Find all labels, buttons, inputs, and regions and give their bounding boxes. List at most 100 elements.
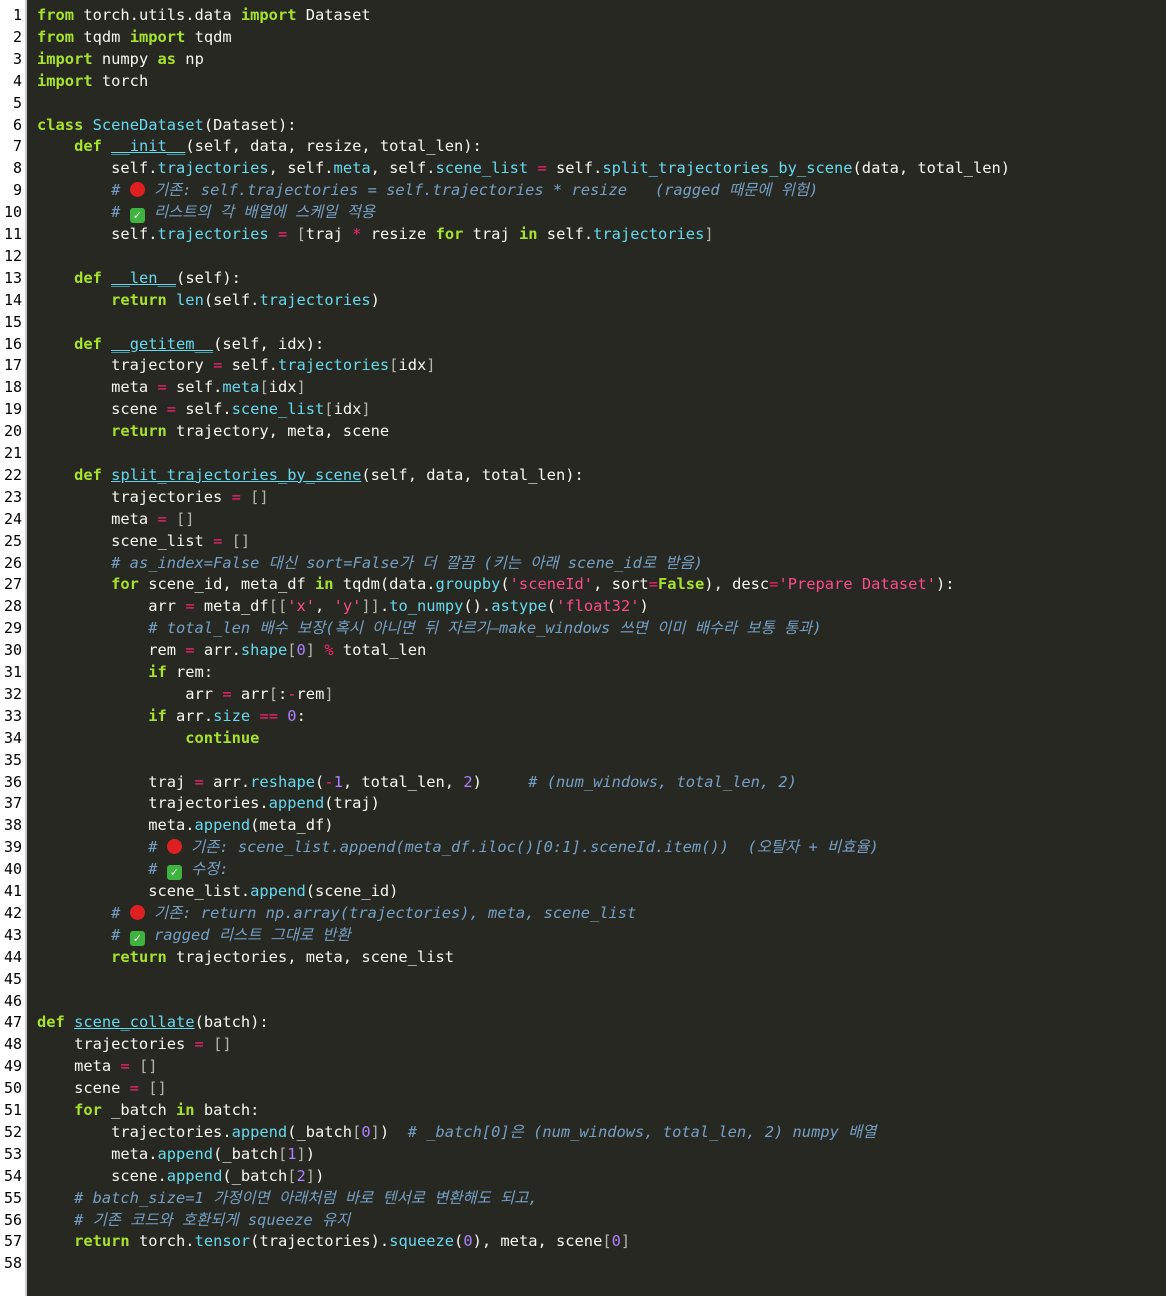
- code-token: 수정:: [181, 860, 229, 879]
- code-token: scene_collate: [74, 1013, 195, 1032]
- code-token: , sort: [593, 575, 649, 594]
- code-token: 0: [296, 641, 306, 660]
- line-number: 21: [3, 444, 22, 462]
- code-editor[interactable]: 1 2 3 4 5 6 7 8 9 10 11 12 13 14 15 16 17 18 19 20 21 22 23 24 2…: [0, 0, 1166, 1296]
- line-number: 55: [3, 1188, 22, 1207]
- code-token: for: [111, 575, 139, 594]
- code-token: #: [111, 203, 130, 222]
- code-token: [: [324, 400, 334, 419]
- code-token: =: [213, 531, 223, 550]
- code-line: rem = arr.shape[0] % total_len: [37, 639, 426, 661]
- code-line: # 기존 코드와 호환되게 squeeze 유지: [37, 1209, 350, 1231]
- code-token: 기존: scene_list.append(meta_df.iloc()[0:1…: [181, 838, 879, 857]
- line-number: 8: [12, 159, 22, 178]
- code-token: shape: [240, 641, 288, 660]
- code-token: :: [296, 706, 306, 725]
- code-token: size: [213, 706, 251, 725]
- code-token: ().: [463, 597, 492, 616]
- line-number: 29: [3, 619, 22, 638]
- code-token: return: [111, 290, 167, 309]
- code-token: trajectories: [37, 487, 232, 506]
- code-token: ): [379, 1122, 408, 1141]
- code-token: ): [305, 1144, 316, 1163]
- line-number: 1: [12, 6, 22, 24]
- code-token: (self.: [203, 290, 260, 309]
- code-token: self.: [537, 225, 594, 243]
- code-token: in: [315, 575, 334, 594]
- line-number: 27: [3, 575, 22, 594]
- code-token: , self.: [268, 159, 334, 178]
- line-number: 16: [3, 334, 22, 353]
- code-token: meta: [37, 1057, 121, 1076]
- code-token: arr: [231, 684, 269, 703]
- code-line: for _batch in batch:: [37, 1099, 259, 1121]
- code-token: ,: [315, 597, 334, 616]
- code-line: if arr.size == 0:: [37, 705, 306, 727]
- code-token: split_trajectories_by_scene: [602, 159, 853, 178]
- code-token: meta: [333, 159, 371, 178]
- line-number: 26: [3, 553, 22, 572]
- code-token: 2: [463, 772, 473, 791]
- code-token: ): [315, 1166, 325, 1185]
- code-token: [: [277, 1144, 288, 1163]
- code-token: trajectory: [37, 356, 214, 375]
- code-token: def: [74, 268, 102, 287]
- code-token: []: [213, 1035, 232, 1054]
- code-token: arr.: [166, 706, 214, 725]
- line-number: 49: [3, 1057, 22, 1076]
- code-token: idx: [333, 400, 362, 419]
- code-token: return: [74, 1232, 130, 1251]
- line-number: 41: [3, 882, 22, 900]
- code-line: trajectory = self.trajectories[idx]: [37, 354, 436, 376]
- code-token: # batch_size=1 가정이면 아래처럼 바로 텐서로 변환해도 되고,: [74, 1188, 538, 1207]
- code-token: []: [231, 531, 251, 550]
- line-number: 35: [3, 750, 22, 769]
- line-number: 56: [3, 1210, 22, 1229]
- code-line: from torch.utils.data import Dataset: [37, 4, 371, 26]
- check-mark-icon: ✓: [166, 865, 182, 881]
- code-token: =: [120, 1057, 130, 1076]
- code-token: ]: [370, 1122, 380, 1141]
- code-token: # (num_windows, total_len, 2): [528, 772, 797, 791]
- code-line: # batch_size=1 가정이면 아래처럼 바로 텐서로 변환해도 되고,: [37, 1187, 538, 1209]
- code-token: []: [138, 1057, 158, 1076]
- code-token: from: [37, 27, 75, 46]
- code-line: # ✓ 리스트의 각 배열에 스케일 적용: [37, 201, 375, 224]
- code-token: __init__: [111, 137, 186, 156]
- line-number: 7: [12, 137, 22, 156]
- code-token: scene_id, meta_df: [138, 575, 316, 594]
- code-token: scene_list.: [37, 882, 251, 900]
- code-token: [: [602, 1232, 612, 1251]
- line-number: 37: [3, 794, 22, 813]
- line-number: 38: [3, 816, 22, 835]
- code-token: ]: [426, 356, 436, 375]
- code-token: import: [240, 6, 297, 24]
- line-number: 36: [3, 772, 22, 791]
- code-token: (self, data, total_len):: [361, 465, 584, 484]
- line-number: 2: [12, 27, 22, 46]
- red-circle-icon: [129, 182, 145, 198]
- code-token: (self, idx):: [213, 334, 325, 353]
- line-number: 20: [3, 422, 22, 441]
- line-number: 33: [3, 706, 22, 725]
- code-line: scene_list = []: [37, 530, 250, 552]
- code-token: =: [231, 487, 241, 506]
- code-token: trajectories.: [37, 1122, 232, 1141]
- code-token: 0: [287, 706, 297, 725]
- code-token: =: [537, 159, 547, 178]
- code-line: meta = self.meta[idx]: [37, 376, 306, 398]
- code-line: continue: [37, 727, 259, 749]
- code-token: if: [148, 663, 167, 681]
- code-token: 2: [296, 1166, 306, 1185]
- code-token: append: [268, 794, 325, 813]
- code-token: split_trajectories_by_scene: [111, 465, 362, 484]
- code-line: def __len__(self):: [37, 267, 241, 289]
